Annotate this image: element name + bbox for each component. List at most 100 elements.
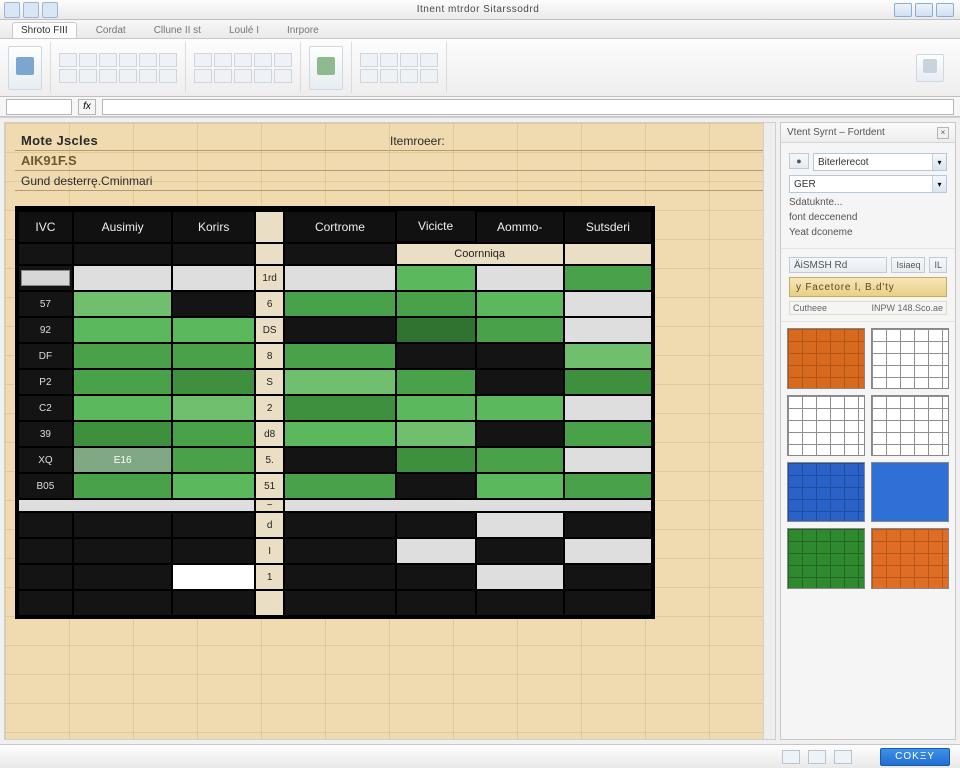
ribbon-cmd[interactable] xyxy=(254,69,272,83)
qat-redo-icon[interactable] xyxy=(42,2,58,18)
ribbon-cmd[interactable] xyxy=(234,53,252,67)
row-control[interactable] xyxy=(21,270,70,286)
table-row[interactable]: 576 xyxy=(19,292,651,316)
primary-action-button[interactable]: COKΞY xyxy=(880,748,950,766)
view-break-icon[interactable] xyxy=(834,750,852,764)
view-normal-icon[interactable] xyxy=(782,750,800,764)
search-icon[interactable]: ● xyxy=(789,153,809,169)
ribbon-cmd[interactable] xyxy=(139,53,157,67)
bar-btn-1[interactable]: Isiaeq xyxy=(891,257,925,273)
side-label: d xyxy=(256,513,284,537)
table-row[interactable]: 39d8 xyxy=(19,422,651,446)
ribbon-cmd[interactable] xyxy=(79,53,97,67)
ribbon-cmd[interactable] xyxy=(420,53,438,67)
palette-green[interactable] xyxy=(787,528,865,589)
category-select[interactable]: GER ▾ xyxy=(789,175,947,193)
ribbon-cmd[interactable] xyxy=(274,53,292,67)
ribbon-cmd[interactable] xyxy=(194,69,212,83)
list-item[interactable]: font deccenend xyxy=(789,212,947,223)
pane-section-bar: ÄiSMSH Rd Isiaeq IL y Facetore l, B.d'ty… xyxy=(781,249,955,322)
table-row[interactable]: 1 xyxy=(19,565,651,589)
ribbon-cmd[interactable] xyxy=(380,53,398,67)
ribbon-cmd[interactable] xyxy=(159,69,177,83)
ribbon-group-end xyxy=(916,42,952,93)
minimize-button[interactable] xyxy=(894,3,912,17)
qat-undo-icon[interactable] xyxy=(23,2,39,18)
table-row[interactable]: B0551 xyxy=(19,474,651,498)
gold-strip[interactable]: y Facetore l, B.d'ty xyxy=(789,277,947,297)
ribbon-cmd[interactable] xyxy=(420,69,438,83)
hdr-tc[interactable]: Sutsderi xyxy=(565,212,651,242)
name-box[interactable] xyxy=(6,99,72,115)
data-table: IVC Ausimiy Korirs Cortrome Vicicte Aomm… xyxy=(15,206,655,619)
search-select[interactable]: Biterlerecot ▾ xyxy=(813,153,947,171)
list-item[interactable]: Yeat dconeme xyxy=(789,227,947,238)
ribbon-cmd[interactable] xyxy=(380,69,398,83)
side-label: 8 xyxy=(256,344,284,368)
palette-blue[interactable] xyxy=(787,462,865,523)
table-row[interactable]: I xyxy=(19,539,651,563)
bar-btn-2[interactable]: IL xyxy=(929,257,947,273)
ribbon-cmd[interactable] xyxy=(59,53,77,67)
ribbon-cmd[interactable] xyxy=(194,53,212,67)
pane-close-button[interactable]: × xyxy=(937,127,949,139)
maximize-button[interactable] xyxy=(915,3,933,17)
view-layout-icon[interactable] xyxy=(808,750,826,764)
ribbon-tab-4[interactable]: Inrpore xyxy=(278,22,328,38)
ribbon-cmd[interactable] xyxy=(119,69,137,83)
styles-button[interactable] xyxy=(309,46,343,90)
vertical-scrollbar[interactable] xyxy=(763,123,775,739)
palette-grid-2[interactable] xyxy=(787,395,865,456)
ribbon-cmd[interactable] xyxy=(214,53,232,67)
qat-save-icon[interactable] xyxy=(4,2,20,18)
ribbon-cmd[interactable] xyxy=(400,69,418,83)
ribbon-cmd[interactable] xyxy=(99,69,117,83)
palette-grid-1[interactable] xyxy=(871,328,949,389)
ribbon-cmd[interactable] xyxy=(214,69,232,83)
ribbon-tab-2[interactable]: Cllune II st xyxy=(145,22,210,38)
close-button[interactable] xyxy=(936,3,954,17)
palette-grid-3[interactable] xyxy=(871,395,949,456)
ribbon-cmd[interactable] xyxy=(360,69,378,83)
palette-orange[interactable] xyxy=(787,328,865,389)
paste-button[interactable] xyxy=(8,46,42,90)
ribbon-tab-3[interactable]: Loulé I xyxy=(220,22,268,38)
hdr-tb[interactable]: Aommo- xyxy=(477,212,563,242)
ribbon-cmd[interactable] xyxy=(59,69,77,83)
ribbon-cmd[interactable] xyxy=(234,69,252,83)
ribbon-tab-1[interactable]: Cordat xyxy=(87,22,135,38)
ribbon-cmd[interactable] xyxy=(99,53,117,67)
ribbon-cmd[interactable] xyxy=(400,53,418,67)
ribbon-cmd[interactable] xyxy=(139,69,157,83)
ribbon-cmd[interactable] xyxy=(79,69,97,83)
table-row[interactable] xyxy=(19,591,651,615)
list-item[interactable]: Sdatuknte... xyxy=(789,197,947,208)
ribbon-cmd[interactable] xyxy=(254,53,272,67)
hdr-ta[interactable]: Vicicte xyxy=(397,211,475,241)
worksheet-viewport[interactable]: Mote Jscles Itemroeer: AIK91F.S Gund des… xyxy=(4,122,776,740)
hdr-c4[interactable]: Cortrome xyxy=(285,212,394,242)
palette-blue-2[interactable] xyxy=(871,462,949,523)
ribbon-cmd[interactable] xyxy=(119,53,137,67)
table-row[interactable]: d xyxy=(19,513,651,537)
table-row[interactable]: 1rd xyxy=(19,266,651,290)
ribbon-cmd[interactable] xyxy=(360,53,378,67)
chevron-down-icon: ▾ xyxy=(932,176,946,192)
table-row[interactable]: C22 xyxy=(19,396,651,420)
ribbon-cmd[interactable] xyxy=(159,53,177,67)
cell-label: E16 xyxy=(74,448,172,472)
formula-input[interactable] xyxy=(102,99,954,115)
ribbon-tab-0[interactable]: Shroto FIII xyxy=(12,22,77,38)
palette-orange-2[interactable] xyxy=(871,528,949,589)
ribbon-cmd[interactable] xyxy=(274,69,292,83)
ribbon-help-button[interactable] xyxy=(916,54,944,82)
hdr-c2[interactable]: Korirs xyxy=(173,212,253,242)
side-label: I xyxy=(256,539,284,563)
table-row[interactable]: XQE165. xyxy=(19,448,651,472)
hdr-c1[interactable]: Ausimiy xyxy=(74,212,172,242)
table-row[interactable]: P2S xyxy=(19,370,651,394)
fx-button[interactable]: fx xyxy=(78,99,96,115)
table-row[interactable]: DF8 xyxy=(19,344,651,368)
worksheet[interactable]: Mote Jscles Itemroeer: AIK91F.S Gund des… xyxy=(5,123,775,739)
table-row[interactable]: 92DS xyxy=(19,318,651,342)
